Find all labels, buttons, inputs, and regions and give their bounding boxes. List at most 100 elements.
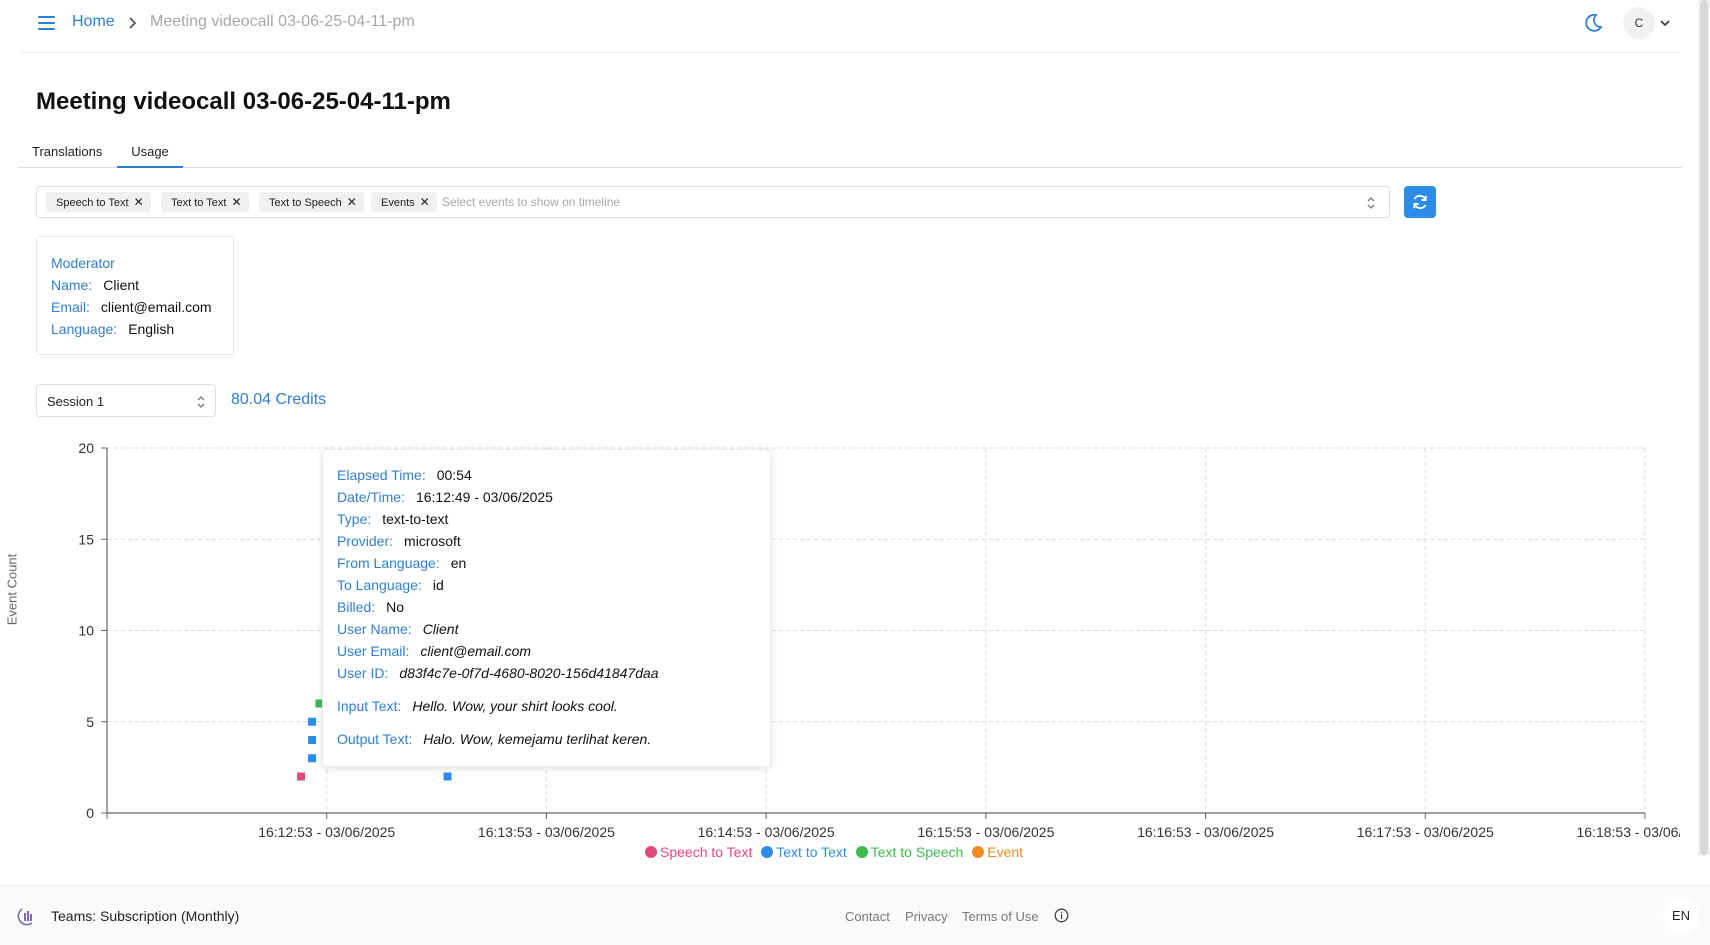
tooltip-username-row: User Name: Client	[337, 621, 458, 637]
hamburger-menu-icon[interactable]	[36, 13, 58, 33]
tooltip-label: Input Text:	[337, 698, 402, 714]
tooltip-value: client@email.com	[420, 643, 532, 659]
tooltip-label: Elapsed Time:	[337, 467, 426, 483]
close-icon[interactable]: ✕	[231, 192, 241, 212]
chip-label: Text to Text	[171, 197, 227, 209]
x-tick-label: 16:14:53 - 03/06/2025	[698, 824, 835, 840]
y-tick-label: 10	[78, 623, 94, 639]
tooltip-value: d83f4c7e-0f7d-4680-8020-156d41847daa	[399, 665, 659, 681]
x-tick-label: 16:16:53 - 03/06/2025	[1137, 824, 1274, 840]
x-tick-label: 16:12:53 - 03/06/2025	[258, 824, 395, 840]
x-tick-label: 16:13:53 - 03/06/2025	[478, 824, 615, 840]
tooltip-value: microsoft	[404, 533, 461, 549]
user-menu[interactable]: C	[1623, 7, 1673, 39]
legend-dot	[645, 846, 657, 858]
tooltip-value: No	[386, 599, 405, 615]
legend-label: Text to Speech	[870, 844, 964, 860]
tooltip-elapsed-row: Elapsed Time: 00:54	[337, 467, 472, 483]
tab-bar: Translations Usage	[18, 140, 1682, 168]
legend-speech-to-text[interactable]: Speech to Text	[645, 844, 752, 860]
moon-icon[interactable]	[1582, 12, 1604, 34]
close-icon[interactable]: ✕	[347, 192, 357, 212]
footer-link-terms[interactable]: Terms of Use	[962, 909, 1039, 924]
event-filter-select[interactable]: Speech to Text ✕ Text to Text ✕ Text to Sp…	[36, 186, 1390, 218]
tooltip-value: Client	[422, 621, 459, 637]
tooltip-value: id	[432, 577, 444, 593]
footer-link-privacy[interactable]: Privacy	[905, 909, 948, 924]
data-point	[297, 772, 306, 781]
x-tick-label: 16:17:53 - 03/06/2025	[1357, 824, 1494, 840]
tab-usage[interactable]: Usage	[117, 144, 183, 168]
legend-dot	[855, 846, 868, 858]
breadcrumb-current: Meeting videocall 03-06-25-04-11-pm	[150, 13, 415, 30]
moderator-email-row: Email: client@email.com	[51, 299, 212, 315]
chip-text-to-speech: Text to Speech ✕	[259, 192, 364, 212]
tooltip-label: Type:	[337, 511, 372, 527]
page-title: Meeting videocall 03-06-25-04-11-pm	[36, 88, 451, 115]
moderator-language-row: Language: English	[51, 321, 174, 337]
moderator-heading: Moderator	[51, 255, 115, 271]
close-icon[interactable]: ✕	[134, 192, 144, 212]
breadcrumb-home[interactable]: Home	[72, 13, 115, 31]
chevron-right-icon	[129, 17, 137, 29]
tooltip-datetime-row: Date/Time: 16:12:49 - 03/06/2025	[337, 489, 553, 505]
legend-event[interactable]: Event	[972, 844, 1023, 860]
tooltip-from-row: From Language: en	[337, 555, 466, 571]
language-switcher[interactable]: EN	[1663, 898, 1699, 934]
x-tick-label: 16:18:53 - 03/06/2025	[1576, 824, 1680, 840]
usage-timeline-chart: 0 5 10 15 20 16:12:53 - 03/06/2025 16:13:53 - …	[78, 440, 1680, 840]
brand-logo-icon	[17, 908, 33, 926]
y-tick-label: 20	[78, 440, 94, 456]
page-scrollbar-thumb[interactable]	[1700, 0, 1708, 855]
tooltip-value: Halo. Wow, kemejamu terlihat keren.	[423, 731, 652, 747]
select-arrows-icon	[197, 396, 205, 408]
top-bar: Home Meeting videocall 03-06-25-04-11-pm…	[20, 0, 1680, 53]
chip-label: Speech to Text	[56, 197, 129, 209]
chip-speech-to-text: Speech to Text ✕	[46, 192, 151, 212]
session-select[interactable]: Session 1	[36, 384, 216, 417]
chevron-down-icon	[1660, 20, 1670, 27]
info-icon[interactable]	[1054, 908, 1069, 923]
x-tick-label: 16:15:53 - 03/06/2025	[917, 824, 1054, 840]
y-tick-label: 15	[78, 531, 94, 547]
tooltip-output-row: Output Text: Halo. Wow, kemejamu terlihat…	[337, 731, 651, 747]
name-value: Client	[103, 277, 140, 293]
event-tooltip: Elapsed Time: 00:54 Date/Time: 16:12:49 - …	[322, 449, 771, 767]
legend-text-to-speech[interactable]: Text to Speech	[855, 844, 964, 860]
language-value: English	[128, 321, 175, 337]
legend-text-to-text[interactable]: Text to Text	[761, 844, 847, 860]
email-label: Email:	[51, 299, 90, 315]
tooltip-to-row: To Language: id	[337, 577, 444, 593]
chip-events: Events ✕	[371, 192, 437, 212]
moderator-heading-label: Moderator	[51, 255, 115, 271]
legend-label: Speech to Text	[660, 844, 753, 860]
tooltip-input-row: Input Text: Hello. Wow, your shirt looks …	[337, 698, 618, 714]
tooltip-value: 00:54	[436, 467, 472, 483]
moderator-card: Moderator Name: Client Email: client@email…	[36, 236, 234, 355]
tooltip-label: User Email:	[337, 643, 410, 659]
tooltip-label: User ID:	[337, 665, 389, 681]
tooltip-value: Hello. Wow, your shirt looks cool.	[412, 698, 618, 714]
chip-text-to-text: Text to Text ✕	[161, 192, 249, 212]
footer-link-contact[interactable]: Contact	[845, 909, 890, 924]
session-selected-value: Session 1	[47, 394, 105, 409]
tooltip-value: en	[450, 555, 467, 571]
language-label: Language:	[51, 321, 118, 337]
tooltip-type-row: Type: text-to-text	[337, 511, 448, 527]
name-label: Name:	[51, 277, 93, 293]
refresh-button[interactable]	[1404, 186, 1436, 218]
tooltip-label: From Language:	[337, 555, 440, 571]
legend-label: Text to Text	[776, 844, 847, 860]
email-value: client@email.com	[100, 299, 212, 315]
tooltip-value: 16:12:49 - 03/06/2025	[415, 489, 553, 505]
event-filter-placeholder[interactable]: Select events to show on timeline	[442, 195, 620, 209]
avatar[interactable]: C	[1623, 7, 1655, 39]
tab-translations[interactable]: Translations	[32, 144, 102, 166]
legend-label: Event	[987, 844, 1024, 860]
close-icon[interactable]: ✕	[420, 192, 430, 212]
data-point	[308, 717, 317, 726]
credits-total: 80.04 Credits	[231, 391, 327, 408]
tooltip-userid-row: User ID: d83f4c7e-0f7d-4680-8020-156d4184…	[337, 665, 659, 681]
y-tick-label: 0	[86, 805, 94, 821]
y-tick-label: 5	[86, 714, 94, 730]
